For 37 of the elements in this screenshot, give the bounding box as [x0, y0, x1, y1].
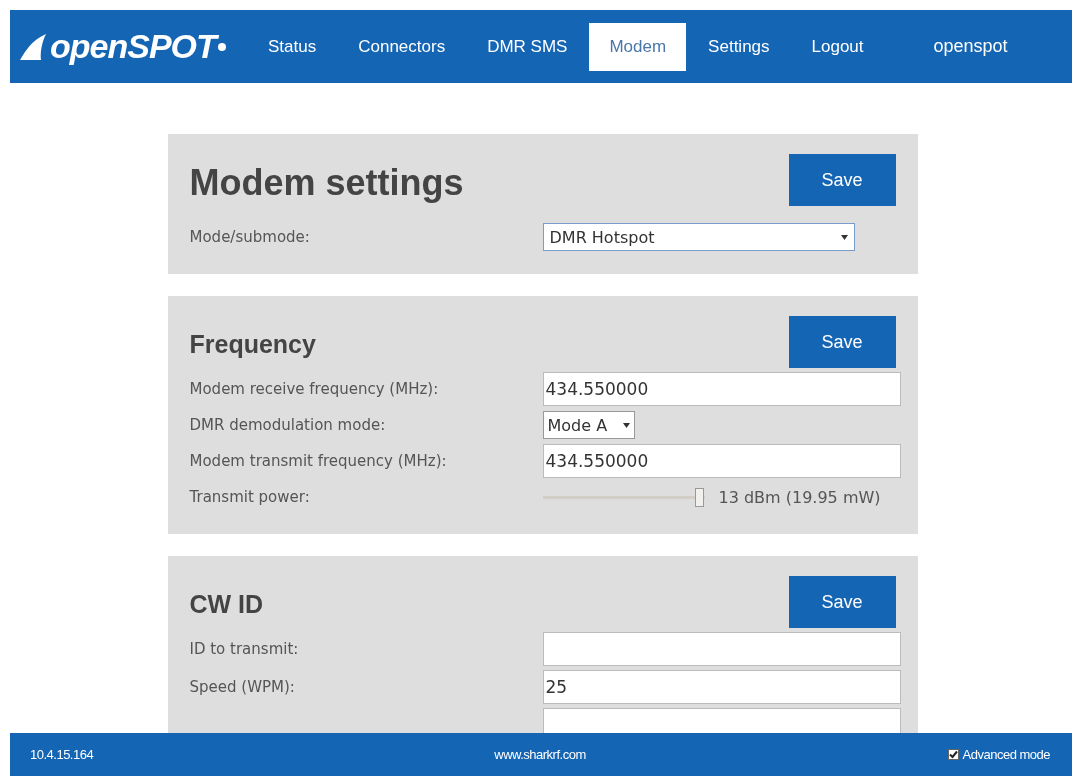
field-label: Modem receive frequency (MHz): [189, 380, 440, 398]
slider-thumb[interactable] [694, 487, 704, 507]
username[interactable]: openspot [933, 36, 1008, 57]
panel-title: Frequency [189, 330, 316, 359]
fin-icon [18, 31, 48, 62]
nav-tab[interactable]: Status [248, 22, 337, 71]
field-label: Mode/submode: [189, 228, 311, 246]
nav-tab[interactable]: Logout [791, 22, 884, 71]
field-label: Speed (WPM): [189, 678, 296, 696]
checkbox-label[interactable]: Advanced mode [962, 747, 1050, 762]
panel-title: Modem settings [189, 161, 464, 204]
nav-tab[interactable]: Connectors [338, 22, 466, 71]
power-reading: 13 dBm (19.95 mW) [718, 487, 881, 507]
text-field[interactable]: 434.550000 [542, 372, 901, 406]
field-label: DMR demodulation mode: [189, 416, 387, 434]
save-button[interactable]: Save [788, 316, 896, 368]
dropdown[interactable]: Mode A [542, 411, 635, 439]
caret-icon [622, 422, 630, 428]
caret-icon [840, 234, 848, 240]
text-field[interactable]: 434.550000 [542, 444, 901, 478]
checkbox[interactable] [947, 749, 959, 760]
text-field[interactable] [542, 632, 901, 666]
save-button[interactable]: Save [788, 154, 896, 206]
field-label: ID to transmit: [189, 640, 300, 658]
dot-icon [217, 42, 226, 51]
website-link[interactable]: www.sharkrf.com [494, 747, 586, 762]
save-button[interactable]: Save [788, 576, 896, 628]
nav-tab[interactable]: DMR SMS [467, 22, 588, 71]
field-label: Transmit power: [189, 488, 311, 506]
nav-tab[interactable]: Modem [589, 22, 687, 71]
text-field[interactable]: 25 [542, 670, 901, 704]
dropdown[interactable]: DMR Hotspot [542, 223, 855, 251]
panel-title: CW ID [189, 590, 264, 619]
text-field[interactable] [542, 708, 901, 733]
nav-tab[interactable]: Settings [688, 22, 790, 71]
ip-address: 10.4.15.164 [30, 747, 95, 762]
field-label: Modem transmit frequency (MHz): [189, 452, 448, 470]
